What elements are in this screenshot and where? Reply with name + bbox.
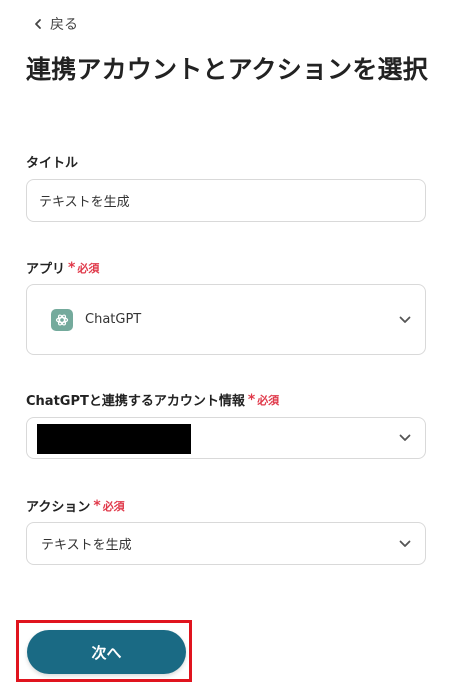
account-field-label: ChatGPTと連携するアカウント情報 * 必須 <box>26 391 280 410</box>
title-input[interactable]: テキストを生成 <box>26 179 426 222</box>
back-label: 戻る <box>50 17 78 33</box>
account-select[interactable] <box>26 417 426 459</box>
back-link[interactable]: 戻る <box>32 14 78 34</box>
asterisk-icon: * <box>247 391 256 408</box>
app-field-label: アプリ * 必須 <box>26 259 100 278</box>
action-field-label: アクション * 必須 <box>26 497 125 516</box>
asterisk-icon: * <box>93 497 101 514</box>
redacted-account-value <box>37 424 191 454</box>
title-input-value: テキストを生成 <box>39 195 130 210</box>
action-select-value: テキストを生成 <box>41 538 132 553</box>
required-badge: * 必須 <box>93 497 125 514</box>
chevron-down-icon <box>399 434 411 441</box>
title-field-label: タイトル <box>26 156 79 171</box>
chevron-down-icon <box>399 316 411 323</box>
required-badge: * 必須 <box>247 391 280 408</box>
app-select[interactable]: ChatGPT <box>26 284 426 355</box>
chevron-left-icon <box>35 19 41 29</box>
chevron-down-icon <box>399 540 411 547</box>
required-badge: * 必須 <box>68 259 100 276</box>
next-button[interactable]: 次へ <box>27 630 186 674</box>
chatgpt-logo-icon <box>51 308 73 331</box>
app-select-value: ChatGPT <box>85 312 142 327</box>
action-select[interactable]: テキストを生成 <box>26 522 426 565</box>
asterisk-icon: * <box>68 259 76 276</box>
page-title: 連携アカウントとアクションを選択 <box>26 55 428 84</box>
